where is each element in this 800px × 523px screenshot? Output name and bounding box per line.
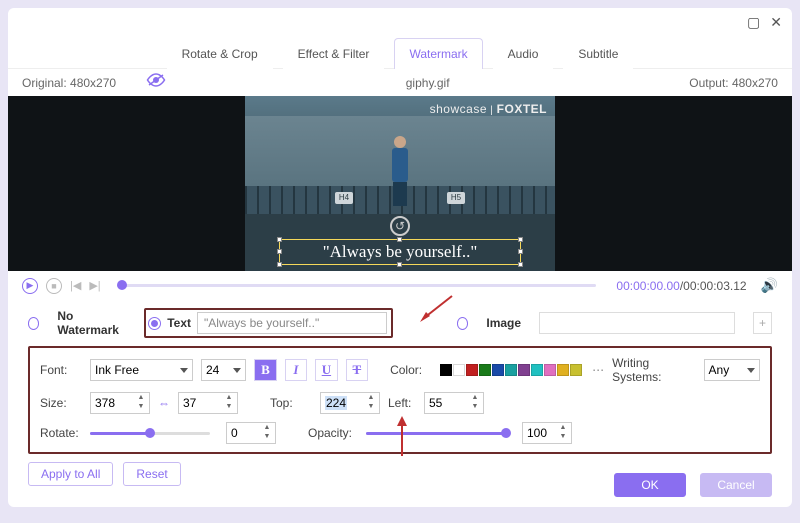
cancel-button[interactable]: Cancel — [700, 473, 772, 497]
maximize-icon[interactable]: ▢ — [747, 14, 760, 31]
left-label: Left: — [388, 396, 416, 410]
color-swatch[interactable] — [518, 364, 530, 376]
ok-button[interactable]: OK — [614, 473, 686, 497]
color-swatch[interactable] — [557, 364, 569, 376]
titlebar: ▢ ✕ — [8, 8, 792, 37]
color-swatch[interactable] — [531, 364, 543, 376]
reset-button[interactable]: Reset — [123, 462, 180, 486]
radio-image[interactable] — [457, 317, 468, 330]
timeline-thumb[interactable] — [117, 280, 127, 290]
font-label: Font: — [40, 363, 82, 377]
original-size: Original: 480x270 — [22, 76, 116, 90]
italic-button[interactable]: I — [285, 359, 307, 381]
marker-h5: H5 — [447, 192, 465, 204]
color-label: Color: — [390, 363, 432, 377]
color-swatches — [440, 364, 582, 376]
radio-no-watermark[interactable] — [28, 317, 39, 330]
link-icon[interactable]: ⇔ — [158, 396, 170, 410]
underline-button[interactable]: U — [315, 359, 337, 381]
preview-area: showcase | FOXTEL H4 H5 ↺ "Always be you… — [8, 96, 792, 271]
tabs: Rotate & Crop Effect & Filter Watermark … — [8, 37, 792, 69]
more-colors-icon[interactable]: ⋯ — [592, 363, 604, 377]
annotation-arrow-up-icon — [396, 416, 408, 461]
writing-systems-label: Writing Systems: — [612, 356, 695, 384]
color-swatch[interactable] — [440, 364, 452, 376]
top-input[interactable]: 224▲▼ — [320, 392, 380, 414]
watermark-type-row: No Watermark Text Image + — [8, 300, 792, 346]
next-icon[interactable]: ▶| — [89, 279, 100, 292]
close-icon[interactable]: ✕ — [770, 14, 782, 31]
image-path-input[interactable] — [539, 312, 735, 334]
play-icon[interactable]: ▶ — [22, 278, 38, 294]
reload-icon[interactable]: ↺ — [390, 216, 410, 236]
annotation-arrow-icon — [418, 294, 454, 324]
rotate-input[interactable]: 0▲▼ — [226, 422, 276, 444]
timecode: 00:00:00.00/00:00:03.12 — [616, 279, 746, 293]
color-swatch[interactable] — [479, 364, 491, 376]
writing-systems-select[interactable]: Any — [704, 359, 760, 381]
output-size: Output: 480x270 — [689, 76, 778, 90]
tab-rotate-crop[interactable]: Rotate & Crop — [167, 38, 273, 69]
color-swatch[interactable] — [505, 364, 517, 376]
color-swatch[interactable] — [492, 364, 504, 376]
color-swatch[interactable] — [570, 364, 582, 376]
rotate-slider[interactable] — [90, 432, 210, 435]
tab-subtitle[interactable]: Subtitle — [563, 38, 633, 69]
radio-text[interactable] — [148, 317, 161, 330]
filebar: Original: 480x270 giphy.gif Output: 480x… — [8, 69, 792, 96]
tab-watermark[interactable]: Watermark — [394, 38, 482, 69]
watermark-text-preview: "Always be yourself.." — [282, 242, 518, 262]
prev-icon[interactable]: |◀ — [70, 279, 81, 292]
size-label: Size: — [40, 396, 82, 410]
apply-all-button[interactable]: Apply to All — [28, 462, 113, 486]
color-swatch[interactable] — [466, 364, 478, 376]
rotate-label: Rotate: — [40, 426, 82, 440]
tab-effect-filter[interactable]: Effect & Filter — [283, 38, 385, 69]
playbar: ▶ ■ |◀ ▶| 00:00:00.00/00:00:03.12 🔊 — [8, 271, 792, 300]
volume-icon[interactable]: 🔊 — [761, 277, 778, 294]
eye-icon[interactable] — [146, 73, 166, 92]
width-input[interactable]: 378▲▼ — [90, 392, 150, 414]
watermark-text-input[interactable] — [197, 312, 387, 334]
stop-icon[interactable]: ■ — [46, 278, 62, 294]
font-size-select[interactable]: 24 — [201, 359, 246, 381]
text-label: Text — [167, 316, 191, 330]
opacity-slider[interactable] — [366, 432, 506, 435]
font-family-select[interactable]: Ink Free — [90, 359, 193, 381]
strike-button[interactable]: T — [346, 359, 368, 381]
top-label: Top: — [270, 396, 312, 410]
timeline[interactable] — [117, 284, 597, 287]
add-image-button[interactable]: + — [753, 312, 772, 334]
bold-button[interactable]: B — [254, 359, 276, 381]
height-input[interactable]: 37▲▼ — [178, 392, 238, 414]
video-preview[interactable]: showcase | FOXTEL H4 H5 ↺ "Always be you… — [245, 96, 555, 271]
color-swatch[interactable] — [453, 364, 465, 376]
watermark-box[interactable]: "Always be yourself.." — [279, 239, 521, 265]
footer-buttons: OK Cancel — [614, 473, 772, 497]
tab-audio[interactable]: Audio — [493, 38, 554, 69]
opacity-label: Opacity: — [308, 426, 358, 440]
no-watermark-label: No Watermark — [57, 309, 126, 337]
opacity-input[interactable]: 100▲▼ — [522, 422, 572, 444]
left-input[interactable]: 55▲▼ — [424, 392, 484, 414]
brand-overlay: showcase | FOXTEL — [430, 102, 547, 116]
color-swatch[interactable] — [544, 364, 556, 376]
image-label: Image — [486, 316, 521, 330]
marker-h4: H4 — [335, 192, 353, 204]
filename: giphy.gif — [406, 76, 450, 90]
